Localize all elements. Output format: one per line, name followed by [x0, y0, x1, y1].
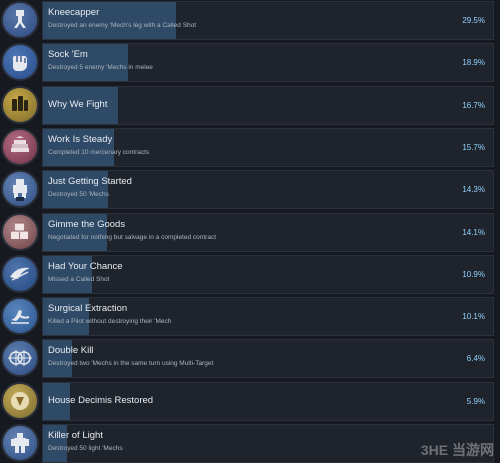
- achievement-title: Double Kill: [48, 345, 94, 357]
- house-crest-icon: [1, 381, 39, 420]
- achievement-row[interactable]: Why We Fight 16.7%: [0, 85, 500, 128]
- fist-icon: [1, 43, 39, 82]
- achievement-title: Kneecapper: [48, 7, 100, 18]
- achievement-title: Had Your Chance: [48, 260, 123, 272]
- achievement-title: Killer of Light: [48, 430, 103, 441]
- achievement-row[interactable]: Gimme the Goods Negotiated for nothing bu…: [0, 212, 500, 255]
- progress-bar: Work Is Steady Completed 10 mercenary con…: [42, 127, 494, 167]
- extraction-icon: [1, 297, 39, 336]
- unlock-percentage: 10.1%: [462, 312, 485, 322]
- crosshairs-icon: [1, 339, 39, 378]
- progress-bar: House Decimis Restored 5.9%: [42, 381, 494, 421]
- achievement-description: Destroyed 50 light 'Mechs: [48, 445, 123, 452]
- achievement-title: Why We Fight: [48, 98, 108, 110]
- unlock-percentage: 18.9%: [462, 58, 485, 68]
- achievement-row[interactable]: House Decimis Restored 5.9%: [0, 381, 500, 424]
- achievement-title: Surgical Extraction: [48, 303, 128, 315]
- achievement-description: Destroyed an enemy 'Mech's leg with a Ca…: [48, 22, 197, 29]
- progress-bar: Sock 'Em Destroyed 5 enemy 'Mechs in mele…: [42, 43, 494, 83]
- progress-bar: Kneecapper Destroyed an enemy 'Mech's leg…: [42, 1, 494, 40]
- unlock-percentage: 29.5%: [462, 16, 485, 25]
- watermark: 3HE 当游网: [420, 442, 494, 458]
- achievement-description: Completed 10 mercenary contracts: [48, 148, 150, 156]
- achievement-title: Just Getting Started: [48, 176, 132, 188]
- achievement-row[interactable]: Sock 'Em Destroyed 5 enemy 'Mechs in mele…: [0, 43, 500, 85]
- achievement-row[interactable]: Just Getting Started Destroyed 50 'Mechs 1…: [0, 170, 500, 212]
- progress-bar: Surgical Extraction Killed a Pilot withou…: [42, 297, 494, 337]
- contract-stack-icon: [1, 127, 39, 166]
- unlock-percentage: 16.7%: [462, 100, 485, 110]
- progress-bar: Double Kill Destroyed two 'Mechs in the s…: [42, 339, 494, 379]
- achievement-description: Destroyed 50 'Mechs: [48, 191, 109, 199]
- raised-fists-icon: [1, 85, 39, 124]
- missed-shot-icon: [1, 254, 39, 293]
- achievement-title: Sock 'Em: [48, 49, 88, 61]
- unlock-percentage: 10.9%: [462, 269, 485, 279]
- unlock-percentage: 5.9%: [466, 396, 485, 406]
- progress-bar: Had Your Chance Missed a Called Shot 10.9%: [42, 254, 494, 294]
- progress-bar: Why We Fight 16.7%: [42, 85, 494, 125]
- achievement-description: Destroyed two 'Mechs in the same turn us…: [48, 360, 214, 368]
- achievement-row[interactable]: Kneecapper Destroyed an enemy 'Mech's leg…: [0, 1, 500, 43]
- unlock-percentage: 14.3%: [462, 185, 485, 195]
- light-mech-icon: [1, 424, 39, 462]
- crates-icon: [1, 212, 39, 251]
- unlock-percentage: 14.1%: [462, 227, 485, 237]
- achievement-title: Work Is Steady: [48, 133, 113, 145]
- achievement-row[interactable]: Had Your Chance Missed a Called Shot 10.9%: [0, 254, 500, 297]
- achievement-description: Missed a Called Shot: [48, 275, 110, 283]
- achievement-title: House Decimis Restored: [48, 394, 154, 406]
- achievement-title: Gimme the Goods: [48, 218, 126, 230]
- mech-leg-icon: [1, 1, 39, 39]
- unlock-percentage: 6.4%: [466, 354, 485, 364]
- progress-bar: Just Getting Started Destroyed 50 'Mechs 1…: [42, 170, 494, 210]
- achievement-row[interactable]: Work Is Steady Completed 10 mercenary con…: [0, 127, 500, 170]
- progress-bar: Gimme the Goods Negotiated for nothing bu…: [42, 212, 494, 252]
- achievement-description: Killed a Pilot without destroying their …: [48, 318, 172, 326]
- unlock-percentage: 15.7%: [462, 142, 485, 152]
- achievement-list: Kneecapper Destroyed an enemy 'Mech's leg…: [0, 0, 500, 463]
- achievement-description: Negotiated for nothing but salvage in a …: [48, 233, 217, 241]
- achievement-row[interactable]: Surgical Extraction Killed a Pilot withou…: [0, 297, 500, 339]
- mech-50-icon: [1, 170, 39, 209]
- achievement-row[interactable]: Double Kill Destroyed two 'Mechs in the s…: [0, 339, 500, 381]
- achievement-description: Destroyed 5 enemy 'Mechs in melee: [48, 64, 153, 72]
